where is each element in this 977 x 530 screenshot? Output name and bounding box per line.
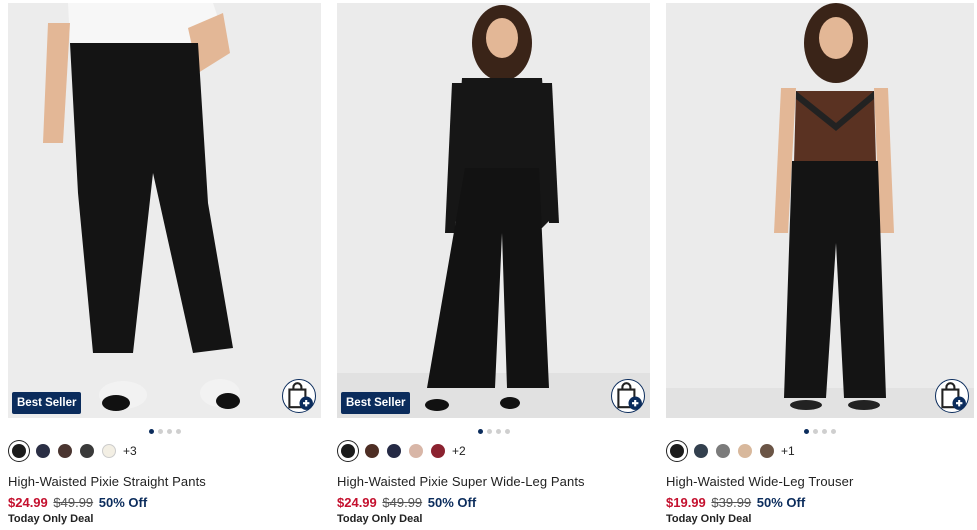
color-swatches: +2 — [337, 439, 650, 463]
product-photo-pants-straight — [8, 3, 321, 418]
sale-price: $24.99 — [337, 495, 377, 510]
carousel-dot[interactable] — [157, 428, 163, 434]
product-photo-wide-leg-trouser — [666, 3, 974, 418]
color-swatch[interactable] — [716, 444, 730, 458]
sale-price: $19.99 — [666, 495, 706, 510]
color-swatch[interactable] — [58, 444, 72, 458]
carousel-dot[interactable] — [504, 428, 510, 434]
carousel-dot[interactable] — [166, 428, 172, 434]
color-swatch[interactable] — [760, 444, 774, 458]
carousel-dot[interactable] — [831, 428, 836, 434]
color-swatch[interactable] — [694, 444, 708, 458]
product-card[interactable]: +1 High-Waisted Wide-Leg Trouser $19.99 … — [666, 3, 974, 525]
best-seller-badge: Best Seller — [341, 392, 411, 414]
carousel-dot[interactable] — [477, 428, 483, 434]
color-swatch-selected[interactable] — [341, 444, 355, 458]
product-image[interactable]: Best Seller — [8, 3, 321, 418]
carousel-dot[interactable] — [804, 428, 809, 434]
image-carousel-dots[interactable] — [337, 423, 650, 439]
discount-label: 50% Off — [98, 495, 148, 510]
carousel-dot[interactable] — [822, 428, 827, 434]
price-row: $19.99 $39.99 50% Off — [666, 495, 974, 510]
image-carousel-dots[interactable] — [8, 423, 321, 439]
color-swatch-selected[interactable] — [670, 444, 684, 458]
original-price: $49.99 — [382, 495, 423, 510]
more-colors-count[interactable]: +3 — [123, 444, 137, 458]
more-colors-count[interactable]: +2 — [452, 444, 466, 458]
carousel-dot[interactable] — [486, 428, 492, 434]
color-swatch-selected[interactable] — [12, 444, 26, 458]
shopping-bag-plus-icon — [288, 382, 313, 410]
color-swatch[interactable] — [102, 444, 116, 458]
carousel-dot[interactable] — [495, 428, 501, 434]
price-row: $24.99 $49.99 50% Off — [337, 495, 650, 510]
add-to-bag-button[interactable] — [282, 379, 316, 413]
product-card[interactable]: Best Seller +3 High-Waisted Pixie Straig… — [8, 3, 321, 525]
product-image[interactable] — [666, 3, 974, 418]
carousel-dot[interactable] — [813, 428, 818, 434]
image-carousel-dots[interactable] — [666, 423, 974, 439]
sale-price: $24.99 — [8, 495, 48, 510]
product-card[interactable]: Best Seller +2 High-Waisted Pixie Super … — [337, 3, 650, 525]
color-swatch[interactable] — [80, 444, 94, 458]
discount-label: 50% Off — [756, 495, 806, 510]
product-name[interactable]: High-Waisted Wide-Leg Trouser — [666, 474, 974, 489]
best-seller-badge: Best Seller — [12, 392, 82, 414]
add-to-bag-button[interactable] — [935, 379, 969, 413]
color-swatch[interactable] — [738, 444, 752, 458]
color-swatch[interactable] — [431, 444, 445, 458]
price-row: $24.99 $49.99 50% Off — [8, 495, 321, 510]
color-swatches: +3 — [8, 439, 321, 463]
shopping-bag-plus-icon — [941, 382, 966, 410]
deal-label: Today Only Deal — [337, 513, 423, 525]
original-price: $49.99 — [53, 495, 94, 510]
carousel-dot[interactable] — [175, 428, 181, 434]
product-name[interactable]: High-Waisted Pixie Straight Pants — [8, 474, 321, 489]
color-swatch[interactable] — [387, 444, 401, 458]
color-swatch[interactable] — [36, 444, 50, 458]
product-grid: Best Seller +3 High-Waisted Pixie Straig… — [0, 0, 977, 530]
product-name[interactable]: High-Waisted Pixie Super Wide-Leg Pants — [337, 474, 650, 489]
color-swatch[interactable] — [409, 444, 423, 458]
color-swatch[interactable] — [365, 444, 379, 458]
more-colors-count[interactable]: +1 — [781, 444, 795, 458]
deal-label: Today Only Deal — [8, 513, 94, 525]
discount-label: 50% Off — [427, 495, 477, 510]
original-price: $39.99 — [711, 495, 752, 510]
product-photo-pants-super-wide-leg — [337, 3, 650, 418]
shopping-bag-plus-icon — [617, 382, 642, 410]
add-to-bag-button[interactable] — [611, 379, 645, 413]
product-image[interactable]: Best Seller — [337, 3, 650, 418]
color-swatches: +1 — [666, 439, 974, 463]
carousel-dot[interactable] — [148, 428, 154, 434]
deal-label: Today Only Deal — [666, 513, 752, 525]
